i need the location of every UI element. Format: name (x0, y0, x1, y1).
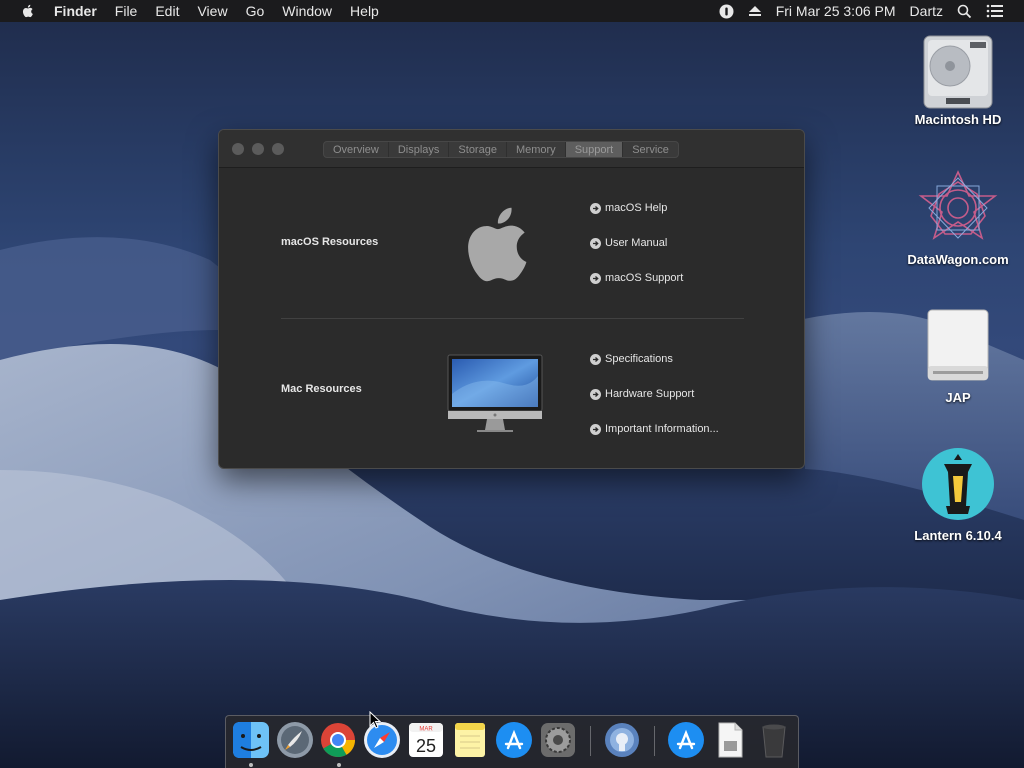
arrow-right-icon (590, 353, 601, 365)
calendar-month: MAR (419, 727, 433, 733)
close-button[interactable] (232, 143, 244, 155)
desktop-icon-label: Lantern 6.10.4 (914, 528, 1002, 543)
desktop-icon-lantern[interactable]: Lantern 6.10.4 (898, 444, 1018, 543)
macos-support-link[interactable]: macOS Support (590, 272, 683, 284)
imac-icon (447, 354, 543, 432)
calendar-day: 25 (416, 736, 436, 756)
tab-service[interactable]: Service (623, 142, 678, 157)
menu-go[interactable]: Go (246, 3, 265, 19)
tab-displays[interactable]: Displays (389, 142, 450, 157)
menu-view[interactable]: View (197, 3, 227, 19)
minimize-button[interactable] (252, 143, 264, 155)
finder-icon[interactable] (232, 721, 270, 759)
zoom-button[interactable] (272, 143, 284, 155)
link-label: Important Information... (605, 423, 719, 435)
menu-finder[interactable]: Finder (54, 3, 97, 19)
apple-logo-icon (468, 207, 527, 282)
tab-support[interactable]: Support (565, 142, 624, 157)
desktop-icon-label: JAP (945, 390, 971, 405)
lantern-icon (922, 448, 994, 520)
section-divider (281, 318, 744, 319)
menu-bar: Finder File Edit View Go Window Help Fri… (0, 0, 1024, 22)
datawagon-icon (918, 170, 998, 240)
menu-window[interactable]: Window (282, 3, 332, 19)
document-icon[interactable] (711, 721, 749, 759)
tab-memory[interactable]: Memory (507, 142, 566, 157)
arrow-right-icon (590, 388, 601, 400)
hardware-support-link[interactable]: Hardware Support (590, 388, 694, 400)
eject-icon[interactable] (748, 5, 762, 17)
chrome-icon[interactable] (319, 721, 357, 759)
desktop-icon-label: DataWagon.com (907, 252, 1009, 267)
calendar-icon[interactable]: MAR 25 (407, 721, 445, 759)
link-label: Hardware Support (605, 388, 695, 400)
macos-resources-label: macOS Resources (281, 236, 379, 248)
desktop-icon-jap[interactable]: JAP (898, 306, 1018, 405)
list-icon[interactable] (986, 4, 1004, 18)
dock-separator (590, 726, 591, 756)
window-titlebar[interactable]: Overview Displays Storage Memory Support… (219, 130, 804, 168)
menu-user[interactable]: Dartz (910, 3, 943, 19)
desktop-icon-label: Macintosh HD (914, 112, 1002, 127)
menu-help[interactable]: Help (350, 3, 379, 19)
macos-help-link[interactable]: macOS Help (590, 202, 667, 214)
link-label: macOS Support (605, 272, 684, 284)
running-indicator (337, 763, 341, 767)
tab-overview[interactable]: Overview (324, 142, 389, 157)
running-indicator (249, 763, 253, 767)
user-manual-link[interactable]: User Manual (590, 237, 667, 249)
external-drive-icon (927, 309, 989, 381)
arrow-right-icon (590, 237, 601, 249)
dock: MAR 25 (225, 715, 799, 768)
link-label: User Manual (605, 237, 668, 249)
desktop-icon-macintosh-hd[interactable]: Macintosh HD (898, 32, 1018, 127)
app-store-icon[interactable] (495, 721, 533, 759)
tab-storage[interactable]: Storage (449, 142, 507, 157)
arrow-right-icon (590, 423, 601, 435)
notes-icon[interactable] (451, 721, 489, 759)
hard-drive-icon (923, 35, 993, 109)
arrow-right-icon (590, 202, 601, 214)
trash-icon[interactable] (755, 721, 793, 759)
apple-menu-icon[interactable] (20, 3, 36, 19)
menu-edit[interactable]: Edit (155, 3, 179, 19)
network-utility-icon[interactable] (603, 721, 641, 759)
menu-clock[interactable]: Fri Mar 25 3:06 PM (776, 3, 896, 19)
important-information-link[interactable]: Important Information... (590, 423, 719, 435)
mac-resources-label: Mac Resources (281, 383, 362, 395)
link-label: macOS Help (605, 202, 668, 214)
dock-separator (654, 726, 655, 756)
mouse-cursor-icon (369, 711, 381, 729)
system-preferences-icon[interactable] (539, 721, 577, 759)
1password-icon[interactable] (719, 4, 734, 19)
link-label: Specifications (605, 353, 673, 365)
tab-bar: Overview Displays Storage Memory Support… (323, 141, 679, 158)
menu-file[interactable]: File (115, 3, 138, 19)
about-this-mac-window: Overview Displays Storage Memory Support… (218, 129, 805, 469)
desktop-icon-datawagon[interactable]: DataWagon.com (898, 168, 1018, 267)
specifications-link[interactable]: Specifications (590, 353, 673, 365)
app-store-icon[interactable] (667, 721, 705, 759)
arrow-right-icon (590, 272, 601, 284)
launchpad-icon[interactable] (276, 721, 314, 759)
search-icon[interactable] (957, 4, 972, 19)
